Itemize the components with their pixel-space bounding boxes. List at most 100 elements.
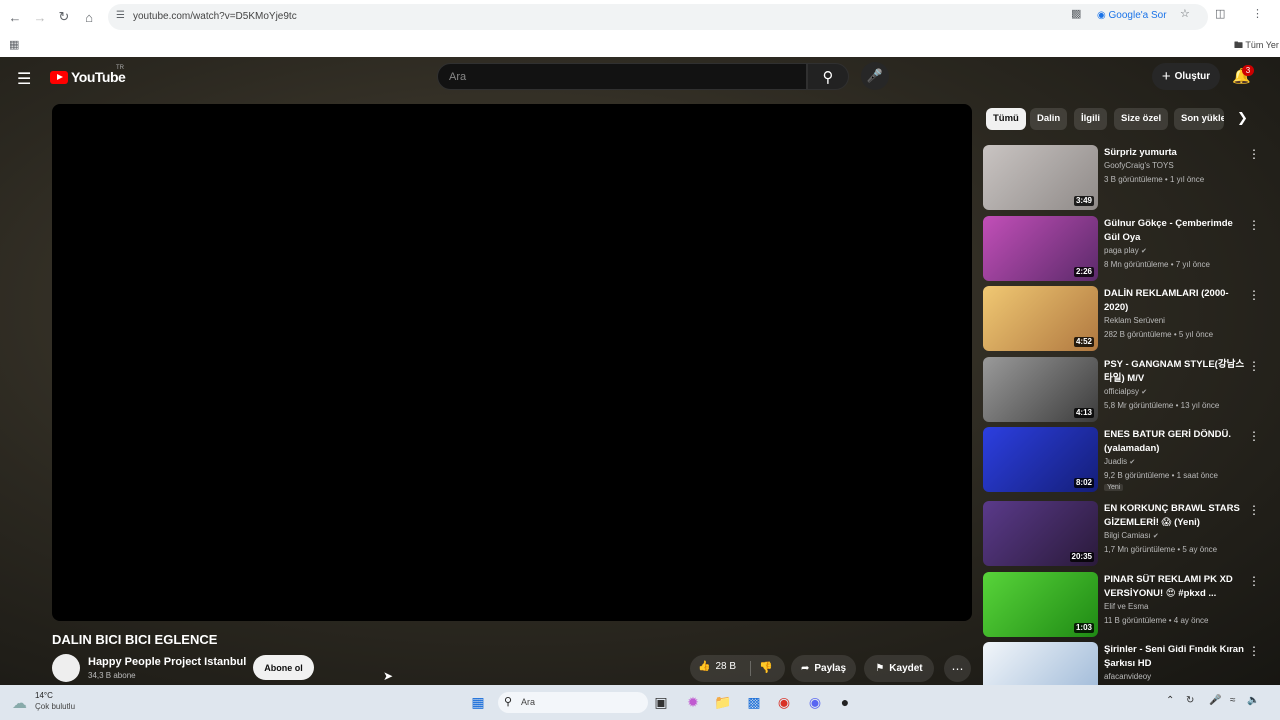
recommendation-item[interactable]: 4:13 PSY - GANGNAM STYLE(강남스타일) M/V offi… — [983, 357, 1280, 423]
chip-for-you[interactable]: Size özel — [1114, 108, 1169, 130]
all-bookmarks-folder[interactable]: 🖿 Tüm Yer — [1234, 38, 1279, 54]
app-icon[interactable]: ● — [836, 693, 854, 711]
video-thumbnail[interactable]: 4:13 — [983, 357, 1098, 422]
windows-start-icon[interactable]: ▦ — [469, 693, 487, 711]
reload-icon[interactable]: ↻ — [54, 7, 74, 27]
chip-recently-uploaded[interactable]: Son yükle — [1174, 108, 1224, 130]
recommendation-channel[interactable]: officialpsy ✔ — [1104, 387, 1147, 396]
recommendation-item[interactable]: 4:52 DALİN REKLAMLARI (2000-2020) Reklam… — [983, 286, 1280, 352]
tray-chevron-icon[interactable]: ⌃ — [1166, 695, 1174, 706]
recommendation-title[interactable]: DALİN REKLAMLARI (2000-2020) — [1104, 287, 1246, 315]
more-vert-icon[interactable]: ⋮ — [1248, 503, 1260, 517]
video-thumbnail[interactable]: 20:35 — [983, 501, 1098, 566]
voice-search-button[interactable]: 🎤 — [861, 62, 889, 90]
back-icon[interactable]: ← — [5, 7, 25, 27]
like-button[interactable]: 👍 28 B — [698, 661, 736, 672]
recommendation-channel[interactable]: GoofyCraig's TOYS — [1104, 161, 1174, 170]
weather-temperature[interactable]: 14°C — [35, 691, 53, 700]
ask-google-button[interactable]: ◉ Google'a Sor — [1097, 10, 1167, 21]
recommendation-title[interactable]: ENES BATUR GERİ DÖNDÜ. (yalamadan) — [1104, 428, 1246, 456]
recommendation-item[interactable]: Şirinler - Seni Gidi Fındık Kıran Şarkıs… — [983, 642, 1280, 685]
dislike-button[interactable]: 👎 — [759, 661, 773, 674]
home-icon[interactable]: ⌂ — [79, 7, 99, 27]
video-thumbnail[interactable]: 2:26 — [983, 216, 1098, 281]
address-bar[interactable]: ☰ youtube.com/watch?v=D5KMoYje9tc — [108, 4, 1208, 30]
search-button[interactable]: ⚲ — [807, 63, 849, 90]
recommendation-channel[interactable]: Elif ve Esma — [1104, 602, 1148, 611]
channel-name[interactable]: Happy People Project Istanbul — [88, 656, 246, 668]
bookmark-star-icon[interactable]: ☆ — [1180, 7, 1190, 20]
recommendation-title[interactable]: EN KORKUNÇ BRAWL STARS GİZEMLERİ! 😱 (Yen… — [1104, 502, 1246, 530]
video-thumbnail[interactable]: 1:03 — [983, 572, 1098, 637]
recommendation-title[interactable]: Sürpriz yumurta — [1104, 146, 1246, 160]
recommendation-channel[interactable]: afacanvideoy — [1104, 672, 1151, 681]
chip-dalin[interactable]: Dalin — [1030, 108, 1068, 130]
search-input[interactable]: Ara — [437, 63, 807, 90]
save-button[interactable]: ⚑ Kaydet — [864, 655, 934, 682]
more-vert-icon[interactable]: ⋮ — [1248, 574, 1260, 588]
sync-icon[interactable]: ↻ — [1186, 695, 1194, 706]
more-actions-button[interactable]: ⋯ — [944, 655, 971, 682]
subscribe-button[interactable]: Abone ol — [253, 655, 314, 680]
forward-icon[interactable]: → — [30, 7, 50, 27]
recommendation-channel[interactable]: Reklam Serüveni — [1104, 316, 1165, 325]
task-view-icon[interactable]: ▣ — [652, 693, 670, 711]
create-button[interactable]: + Oluştur — [1152, 63, 1220, 90]
search-placeholder: Ara — [449, 71, 467, 83]
apps-grid-icon[interactable]: ▦ — [9, 38, 19, 51]
file-explorer-icon[interactable]: 📁 — [714, 693, 732, 711]
discord-icon[interactable]: ◉ — [806, 693, 824, 711]
recommendation-item[interactable]: 3:49 Sürpriz yumurta GoofyCraig's TOYS 3… — [983, 145, 1280, 211]
video-thumbnail[interactable] — [983, 642, 1098, 685]
recommendation-title[interactable]: PINAR SÜT REKLAMI PK XD VERSİYONU! 😍 #pk… — [1104, 573, 1246, 601]
copilot-icon[interactable]: ✹ — [684, 693, 702, 711]
video-duration: 20:35 — [1069, 552, 1094, 562]
microphone-icon[interactable]: 🎤 — [1209, 695, 1221, 706]
video-thumbnail[interactable]: 4:52 — [983, 286, 1098, 351]
share-button[interactable]: ➦ Paylaş — [791, 655, 856, 682]
divider — [750, 661, 751, 676]
weather-description[interactable]: Çok bulutlu — [35, 702, 75, 711]
cloud-icon[interactable]: ☁ — [12, 694, 27, 712]
recommendation-item[interactable]: 20:35 EN KORKUNÇ BRAWL STARS GİZEMLERİ! … — [983, 501, 1280, 567]
video-thumbnail[interactable]: 8:02 — [983, 427, 1098, 492]
site-info-icon[interactable]: ☰ — [116, 10, 128, 22]
more-vert-icon[interactable]: ⋮ — [1248, 218, 1260, 232]
bookmarks-bar: ▦ 🖿 Tüm Yer — [0, 34, 1280, 54]
chip-related[interactable]: İlgili — [1074, 108, 1107, 130]
recommendation-title[interactable]: Gülnur Gökçe - Çemberimde Gül Oya — [1104, 217, 1246, 245]
guide-menu-icon[interactable]: ☰ — [17, 69, 31, 89]
menu-icon[interactable]: ⋮ — [1252, 7, 1263, 20]
wifi-icon[interactable]: ≈ — [1230, 695, 1236, 706]
store-icon[interactable]: ▩ — [745, 693, 763, 711]
recommendation-title[interactable]: PSY - GANGNAM STYLE(강남스타일) M/V — [1104, 358, 1246, 386]
chrome-icon[interactable]: ◉ — [775, 693, 793, 711]
more-vert-icon[interactable]: ⋮ — [1248, 644, 1260, 658]
video-thumbnail[interactable]: 3:49 — [983, 145, 1098, 210]
video-player[interactable] — [52, 104, 972, 621]
url-text[interactable]: youtube.com/watch?v=D5KMoYje9tc — [133, 11, 297, 22]
recommendation-item[interactable]: 2:26 Gülnur Gökçe - Çemberimde Gül Oya p… — [983, 216, 1280, 282]
windows-taskbar: ☁ 14°C Çok bulutlu ▦ ⚲ Ara ▣ ✹ 📁 ▩ ◉ ◉ ●… — [0, 685, 1280, 720]
youtube-page: ☰ YouTube TR Ara ⚲ 🎤 + Oluştur 🔔 3 DALIN… — [0, 57, 1280, 685]
chevron-right-icon[interactable]: ❯ — [1237, 110, 1248, 126]
recommendation-title[interactable]: Şirinler - Seni Gidi Fındık Kıran Şarkıs… — [1104, 643, 1246, 671]
more-vert-icon[interactable]: ⋮ — [1248, 147, 1260, 161]
share-label: Paylaş — [814, 663, 847, 674]
extensions-icon[interactable]: ◫ — [1215, 7, 1225, 20]
chip-all[interactable]: Tümü — [986, 108, 1026, 130]
volume-icon[interactable]: 🔈 — [1247, 695, 1259, 706]
recommendation-channel[interactable]: Bilgi Camiası ✔ — [1104, 531, 1159, 540]
youtube-logo[interactable]: YouTube TR — [50, 65, 126, 85]
more-vert-icon[interactable]: ⋮ — [1248, 288, 1260, 302]
recommendation-channel[interactable]: Juadis ✔ — [1104, 457, 1135, 466]
more-vert-icon[interactable]: ⋮ — [1248, 359, 1260, 373]
more-vert-icon[interactable]: ⋮ — [1248, 429, 1260, 443]
cast-icon[interactable]: ▩ — [1071, 7, 1081, 20]
recommendation-channel[interactable]: paga play ✔ — [1104, 246, 1147, 255]
recommendation-item[interactable]: 8:02 ENES BATUR GERİ DÖNDÜ. (yalamadan) … — [983, 427, 1280, 493]
recommendation-item[interactable]: 1:03 PINAR SÜT REKLAMI PK XD VERSİYONU! … — [983, 572, 1280, 638]
notification-badge: 3 — [1242, 65, 1254, 76]
taskbar-search[interactable]: ⚲ Ara — [498, 692, 648, 713]
channel-avatar[interactable] — [52, 654, 80, 682]
